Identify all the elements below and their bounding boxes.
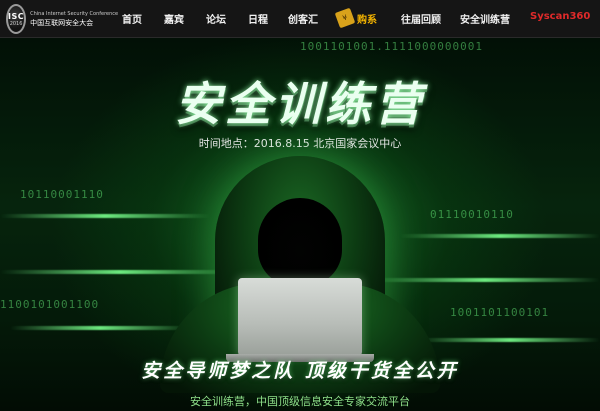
hero-banner: 1001101001.1111000000001 10110001110 011…: [0, 38, 600, 411]
nav-schedule[interactable]: 日程: [248, 11, 268, 26]
nav-maker[interactable]: 创客汇: [288, 11, 318, 26]
nav-guests[interactable]: 嘉宾: [164, 11, 184, 26]
nav-forums[interactable]: 论坛: [206, 11, 226, 26]
code-background-line: 1100101001100: [0, 298, 100, 311]
hood-shadow: [258, 198, 342, 286]
laptop-icon: [238, 278, 362, 356]
hero-title: 安全训练营: [175, 77, 425, 131]
nav-training-camp[interactable]: 安全训练营: [460, 11, 510, 26]
nav-syscan360[interactable]: Syscan360: [530, 11, 590, 22]
light-streak: [0, 270, 240, 274]
ticket-tag-icon: ¥: [334, 7, 356, 29]
event-time-location: 时间地点：2016.8.15 北京国家会议中心: [198, 137, 402, 150]
code-background-line: 1001101100101: [450, 306, 550, 319]
nav-tickets[interactable]: 购系: [357, 11, 377, 26]
nav-past-review[interactable]: 往届回顾: [401, 11, 441, 26]
light-streak: [370, 278, 600, 282]
hero-subtitle: 安全训练营，中国顶级信息安全专家交流平台: [190, 395, 410, 408]
light-streak: [400, 234, 600, 238]
code-background-line: 10110001110: [20, 188, 104, 201]
light-streak: [0, 214, 210, 218]
code-background-line: 01110010110: [430, 208, 514, 221]
nav-home[interactable]: 首页: [122, 11, 142, 26]
top-navigation-bar: ISC 2016 China Internet Security Confere…: [0, 0, 600, 38]
main-nav: 首页 嘉宾 论坛 日程 创客汇 ¥ 购系 往届回顾 安全训练营 Syscan36…: [0, 0, 600, 38]
light-streak: [420, 338, 600, 342]
code-background-line: 1001101001.1111000000001: [300, 40, 483, 53]
hero-slogan: 安全导师梦之队 顶级干货全公开: [141, 360, 459, 382]
light-streak: [10, 326, 190, 330]
